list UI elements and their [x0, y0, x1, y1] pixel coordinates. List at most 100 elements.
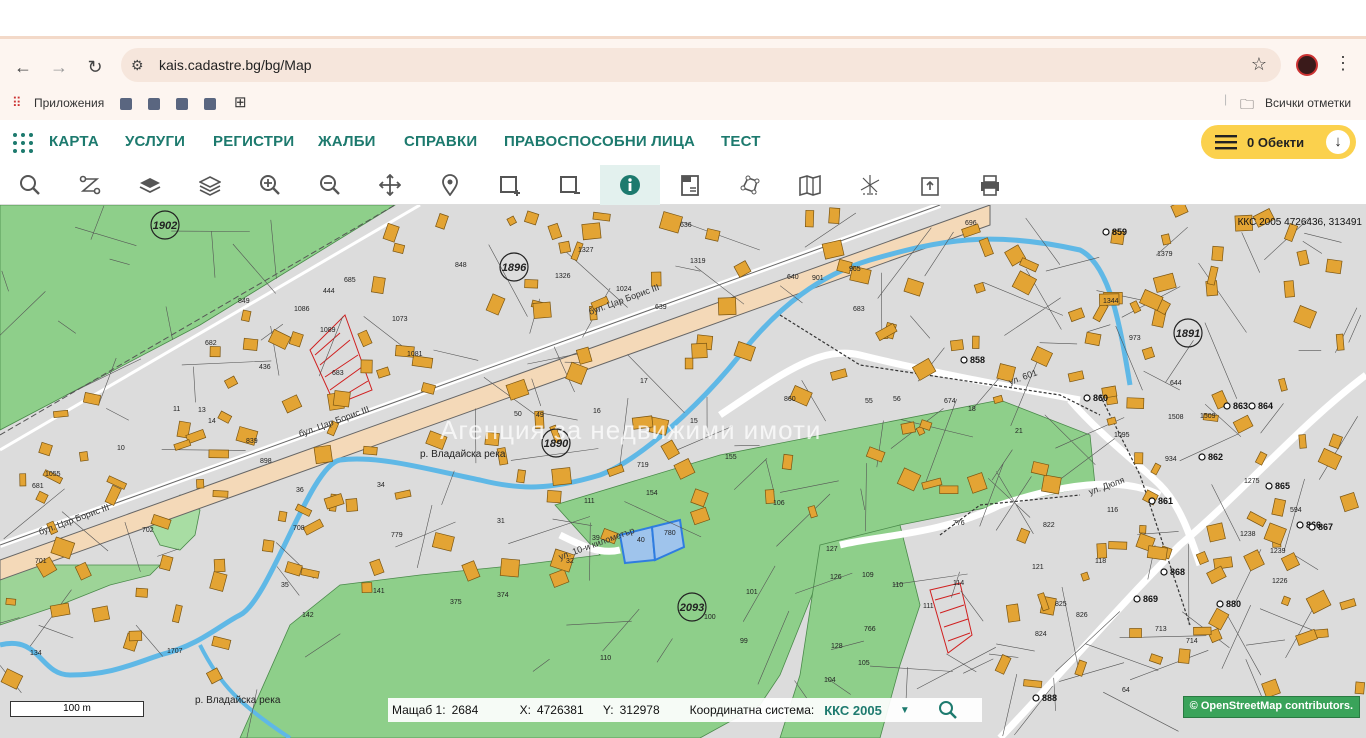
parcel-label: 1319 — [690, 258, 706, 265]
building — [208, 449, 229, 459]
address-bar[interactable]: ⚙ kais.cadastre.bg/bg/Map ☆ — [121, 48, 1281, 82]
parcel-label: 375 — [450, 599, 462, 606]
building — [435, 213, 449, 230]
url-text[interactable]: kais.cadastre.bg/bg/Map — [159, 57, 312, 73]
back-icon[interactable]: ← — [8, 52, 38, 82]
nav-test[interactable]: ТЕСТ — [721, 133, 761, 150]
building — [360, 359, 373, 374]
building — [135, 587, 149, 598]
tool-select-add[interactable] — [480, 165, 540, 205]
nav-services[interactable]: УСЛУГИ — [125, 133, 185, 150]
tool-route[interactable] — [60, 165, 120, 205]
tool-info[interactable] — [600, 165, 660, 205]
building — [506, 215, 518, 227]
browser-menu-icon[interactable]: ⋮ — [1334, 53, 1352, 74]
coordinate-search-icon[interactable] — [938, 700, 958, 720]
apps-grid-icon[interactable]: ⠿ — [12, 95, 22, 111]
tool-location-pin[interactable] — [420, 165, 480, 205]
osm-attribution[interactable]: © OpenStreetMap contributors. — [1182, 696, 1360, 718]
cadastral-block-label: 1902 — [153, 220, 177, 232]
tool-layers-filled[interactable] — [120, 165, 180, 205]
tool-print[interactable] — [960, 165, 1020, 205]
building — [1146, 545, 1168, 561]
building — [38, 441, 53, 457]
parcel-label: 1238 — [1240, 531, 1256, 538]
building — [1005, 603, 1021, 623]
site-settings-icon[interactable]: ⚙ — [131, 57, 153, 74]
building — [1139, 525, 1147, 534]
parcel-label: 826 — [1076, 612, 1088, 619]
crs-dropdown-icon[interactable]: ▼ — [900, 705, 910, 716]
parcel-label: 111 — [923, 603, 934, 610]
bookmark-favicon[interactable] — [204, 98, 216, 110]
building — [1263, 522, 1287, 546]
building — [1296, 249, 1310, 266]
reload-icon[interactable]: ↻ — [80, 52, 110, 82]
parcel-label: 444 — [323, 288, 335, 295]
parcel-label: 154 — [646, 490, 658, 497]
nav-map[interactable]: КАРТА — [49, 133, 99, 150]
forward-icon[interactable]: → — [44, 52, 74, 82]
parcel-label: 719 — [637, 462, 649, 469]
tool-zoom-in[interactable] — [240, 165, 300, 205]
parcel-label: 1055 — [45, 471, 61, 478]
tool-document[interactable] — [660, 165, 720, 205]
survey-point — [1198, 453, 1206, 461]
building — [1148, 653, 1164, 665]
building — [592, 211, 611, 222]
building — [376, 366, 391, 379]
parcel-label: 674 — [944, 398, 956, 405]
building — [209, 571, 228, 592]
survey-point — [1223, 402, 1231, 410]
bookmark-favicon[interactable] — [120, 98, 132, 110]
scale-value[interactable]: 2684 — [452, 703, 508, 717]
objects-button[interactable]: 0 Обекти ↓ — [1201, 125, 1356, 159]
parcel-label: 898 — [260, 458, 272, 465]
map-canvas[interactable]: 19021890189618912093бул. Цар Борис IIIбу… — [0, 205, 1366, 738]
tool-export[interactable] — [900, 165, 960, 205]
building — [361, 582, 373, 594]
parcel-label: 56 — [893, 396, 901, 403]
building — [1150, 462, 1162, 476]
zoom-in-icon — [260, 175, 280, 195]
crs-select[interactable]: ККС 2005 — [824, 703, 882, 718]
building — [431, 532, 455, 552]
tool-pan[interactable] — [360, 165, 420, 205]
building — [1023, 679, 1043, 689]
pan-icon — [379, 174, 401, 196]
all-bookmarks[interactable]: Всички отметки — [1265, 96, 1351, 110]
cadastral-map[interactable]: 1902 1890 1896 1891 2093 бул. Цар Борис III бу… — [0, 205, 1366, 738]
building — [1193, 626, 1212, 636]
profile-avatar[interactable] — [1296, 54, 1318, 76]
nav-registers[interactable]: РЕГИСТРИ — [213, 133, 294, 150]
building — [1339, 492, 1359, 513]
building — [370, 276, 386, 295]
nav-legal-entities[interactable]: ПРАВОСПОСОБНИ ЛИЦА — [504, 133, 695, 150]
parcel-label: 128 — [831, 643, 843, 650]
map-status-bar: Мащаб 1: 2684 X: 4726381 Y: 312978 Коорд… — [388, 698, 982, 722]
tool-layers[interactable] — [180, 165, 240, 205]
tool-measure[interactable] — [840, 165, 900, 205]
select-remove-icon — [560, 176, 580, 194]
parcel-label: 18 — [968, 406, 976, 413]
search-icon — [20, 175, 40, 195]
parcel-label: 40 — [637, 537, 645, 544]
nav-complaints[interactable]: ЖАЛБИ — [318, 133, 376, 150]
nav-references[interactable]: СПРАВКИ — [404, 133, 477, 150]
tool-search[interactable] — [0, 165, 60, 205]
building — [205, 667, 223, 685]
building — [1243, 549, 1265, 572]
tool-zoom-out[interactable] — [300, 165, 360, 205]
tool-select-remove[interactable] — [540, 165, 600, 205]
parcel-label: 13 — [198, 407, 206, 414]
building — [211, 635, 232, 651]
building — [804, 209, 815, 228]
bookmark-favicon[interactable] — [176, 98, 188, 110]
tab-groups-icon[interactable]: ⊞ — [234, 93, 247, 111]
tool-polygon[interactable] — [720, 165, 780, 205]
bookmark-star-icon[interactable]: ☆ — [1251, 54, 1267, 75]
menu-grid-icon[interactable] — [12, 132, 34, 154]
tool-map-book[interactable] — [780, 165, 840, 205]
bookmark-apps[interactable]: Приложения — [34, 96, 104, 110]
bookmark-favicon[interactable] — [148, 98, 160, 110]
